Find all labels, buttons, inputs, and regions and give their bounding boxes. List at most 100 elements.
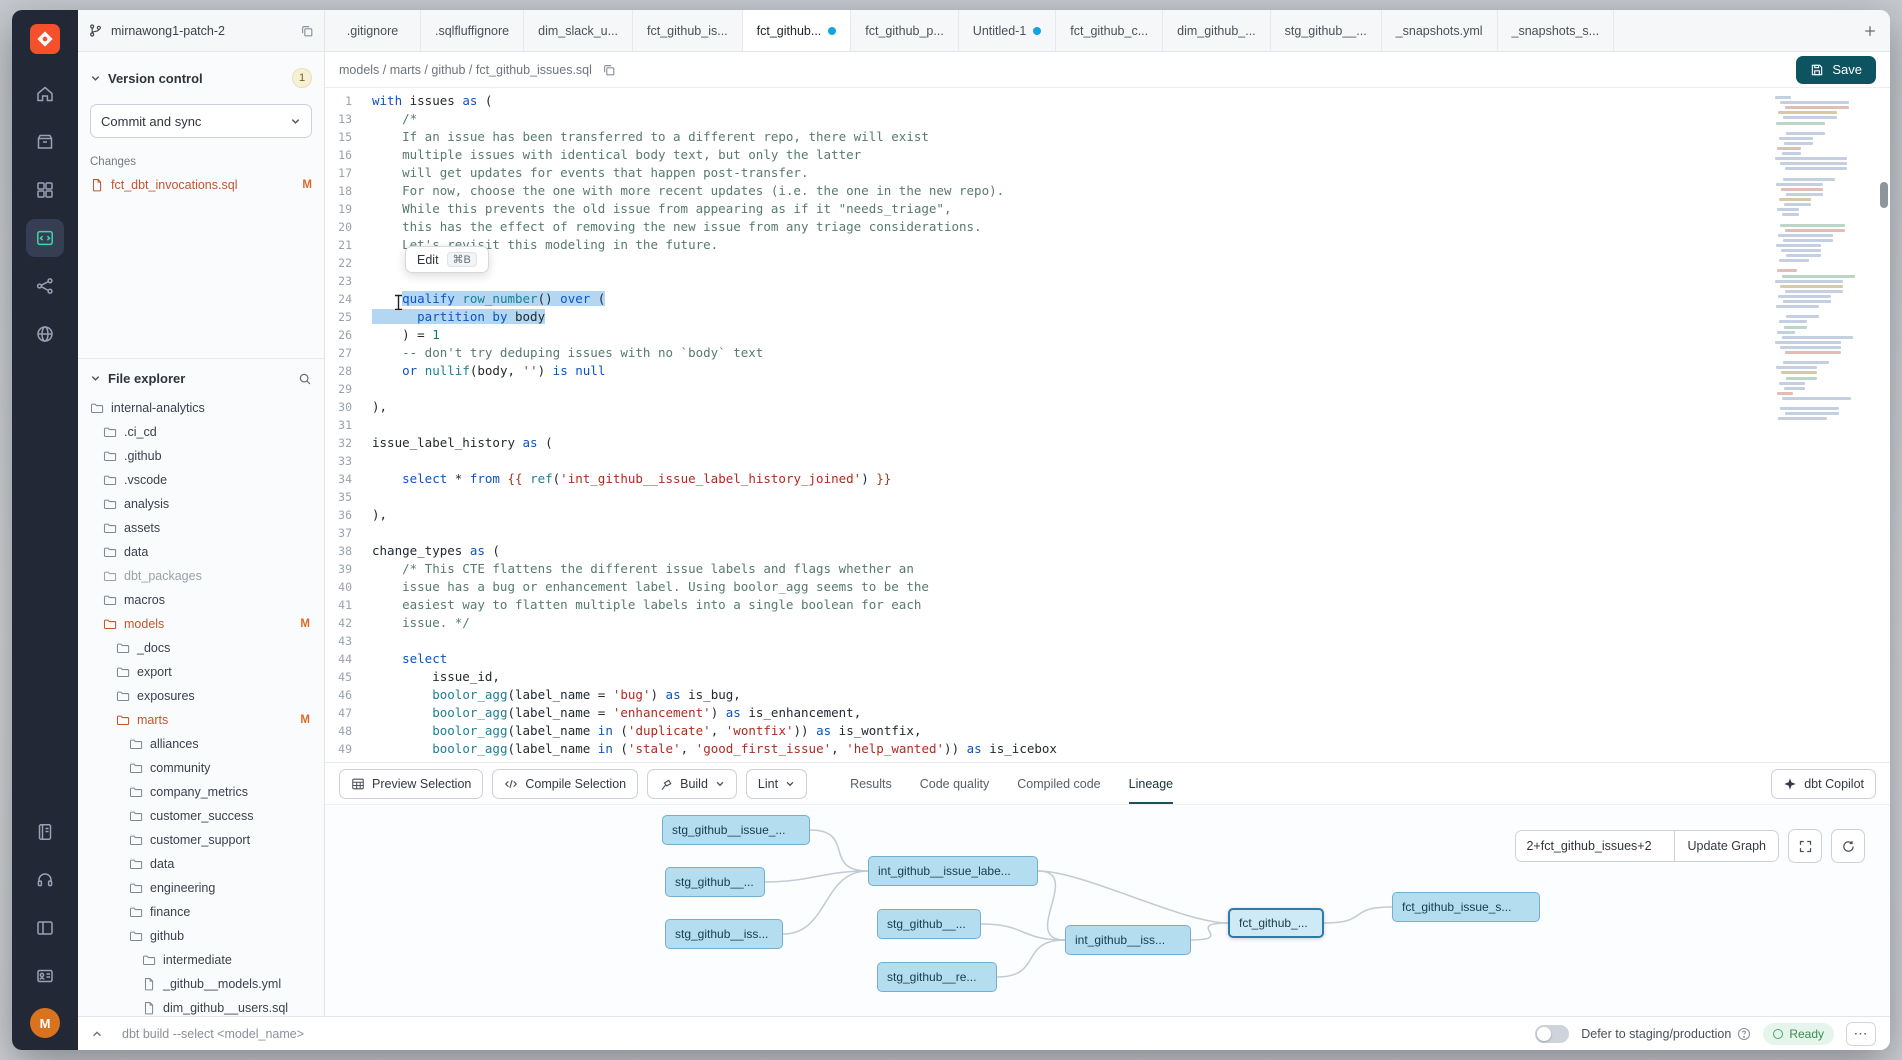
editor-tab[interactable]: dim_github_... xyxy=(1163,10,1271,51)
tree-item[interactable]: finance xyxy=(78,900,324,924)
changed-file-row[interactable]: fct_dbt_invocations.sql M xyxy=(90,178,312,192)
tree-item[interactable]: exposures xyxy=(78,684,324,708)
code-line[interactable]: 37 xyxy=(325,524,1760,542)
editor-tab[interactable]: fct_github_p... xyxy=(851,10,959,51)
tree-item[interactable]: dim_github__users.sql xyxy=(78,996,324,1016)
editor-tab[interactable]: fct_github_c... xyxy=(1056,10,1163,51)
lineage-node[interactable]: stg_github__issue_... xyxy=(662,815,810,845)
tree-item[interactable]: community xyxy=(78,756,324,780)
tree-item[interactable]: .ci_cd xyxy=(78,420,324,444)
orchestration-icon[interactable] xyxy=(26,267,64,305)
editor-scrollbar-thumb[interactable] xyxy=(1880,182,1888,208)
code-line[interactable]: 16 multiple issues with identical body t… xyxy=(325,146,1760,164)
chevron-down-icon[interactable] xyxy=(90,73,101,84)
dbt-logo[interactable] xyxy=(30,24,60,54)
tree-item[interactable]: analysis xyxy=(78,492,324,516)
code-line[interactable]: 32issue_label_history as ( xyxy=(325,434,1760,452)
code-line[interactable]: 46 boolor_agg(label_name = 'bug') as is_… xyxy=(325,686,1760,704)
expand-command-bar-button[interactable] xyxy=(84,1022,110,1046)
editor-tab[interactable]: Untitled-1 xyxy=(959,10,1057,51)
code-line[interactable]: 33 xyxy=(325,452,1760,470)
command-input[interactable]: dbt build --select <model_name> xyxy=(122,1027,304,1041)
code-editor[interactable]: 1with issues as (13 /*15 If an issue has… xyxy=(325,88,1890,762)
code-line[interactable]: 47 boolor_agg(label_name = 'enhancement'… xyxy=(325,704,1760,722)
lineage-selector-input[interactable] xyxy=(1516,831,1674,861)
help-icon[interactable] xyxy=(1737,1027,1751,1041)
more-options-button[interactable]: ⋯ xyxy=(1846,1022,1876,1046)
compile-selection-button[interactable]: Compile Selection xyxy=(492,769,638,799)
code-line[interactable]: 39 /* This CTE flattens the different is… xyxy=(325,560,1760,578)
tree-item[interactable]: alliances xyxy=(78,732,324,756)
update-graph-button[interactable]: Update Graph xyxy=(1674,831,1778,861)
code-line[interactable]: 43 xyxy=(325,632,1760,650)
save-button[interactable]: Save xyxy=(1796,56,1876,84)
editor-tab[interactable]: _snapshots.yml xyxy=(1382,10,1498,51)
tree-item[interactable]: data xyxy=(78,852,324,876)
account-card-icon[interactable] xyxy=(26,957,64,995)
notebook-icon[interactable] xyxy=(26,813,64,851)
ide-status-badge[interactable]: Ready xyxy=(1763,1023,1834,1045)
lineage-node[interactable]: stg_github__... xyxy=(665,867,765,897)
lineage-node[interactable]: stg_github__iss... xyxy=(665,919,783,949)
copy-branch-icon[interactable] xyxy=(300,24,314,38)
code-line[interactable]: 26 ) = 1 xyxy=(325,326,1760,344)
build-button[interactable]: Build xyxy=(647,769,737,799)
search-icon[interactable] xyxy=(298,372,312,386)
minimap[interactable] xyxy=(1772,96,1872,754)
tree-item[interactable]: martsM xyxy=(78,708,324,732)
tree-item[interactable]: company_metrics xyxy=(78,780,324,804)
tree-item[interactable]: internal-analytics xyxy=(78,396,324,420)
develop-ide-icon[interactable] xyxy=(26,219,64,257)
editor-tab[interactable]: dim_slack_u... xyxy=(524,10,633,51)
code-line[interactable]: 49 boolor_agg(label_name in ('stale', 'g… xyxy=(325,740,1760,758)
deploy-icon[interactable] xyxy=(26,123,64,161)
tree-item[interactable]: .vscode xyxy=(78,468,324,492)
tree-item[interactable]: data xyxy=(78,540,324,564)
toolbar-tab-code-quality[interactable]: Code quality xyxy=(920,763,990,804)
tree-item[interactable]: _docs xyxy=(78,636,324,660)
toolbar-tab-compiled-code[interactable]: Compiled code xyxy=(1017,763,1100,804)
panel-layout-icon[interactable] xyxy=(26,909,64,947)
tree-item[interactable]: engineering xyxy=(78,876,324,900)
code-line[interactable]: 17 will get updates for events that happ… xyxy=(325,164,1760,182)
code-line[interactable]: 20 this has the effect of removing the n… xyxy=(325,218,1760,236)
code-line[interactable]: 22 xyxy=(325,254,1760,272)
code-line[interactable]: 40 issue has a bug or enhancement label.… xyxy=(325,578,1760,596)
lineage-node[interactable]: stg_github__... xyxy=(877,909,981,939)
code-line[interactable]: 21 Let's revisit this modeling in the fu… xyxy=(325,236,1760,254)
tree-item[interactable]: github xyxy=(78,924,324,948)
refresh-graph-button[interactable] xyxy=(1831,829,1865,863)
tree-item[interactable]: macros xyxy=(78,588,324,612)
code-line[interactable]: 45 issue_id, xyxy=(325,668,1760,686)
edit-tooltip[interactable]: Edit ⌘B xyxy=(405,246,489,273)
defer-toggle[interactable] xyxy=(1535,1025,1569,1043)
code-line[interactable]: 1with issues as ( xyxy=(325,92,1760,110)
dashboard-icon[interactable] xyxy=(26,171,64,209)
code-line[interactable]: 30), xyxy=(325,398,1760,416)
user-avatar[interactable]: M xyxy=(30,1008,60,1038)
lineage-node[interactable]: stg_github__re... xyxy=(877,962,997,992)
code-line[interactable]: 23 xyxy=(325,272,1760,290)
code-line[interactable]: 13 /* xyxy=(325,110,1760,128)
lineage-node[interactable]: fct_github_... xyxy=(1228,908,1324,938)
editor-tab[interactable]: fct_github_is... xyxy=(633,10,743,51)
code-line[interactable]: 41 easiest way to flatten multiple label… xyxy=(325,596,1760,614)
lineage-node[interactable]: fct_github_issue_s... xyxy=(1392,892,1540,922)
tree-item[interactable]: dbt_packages xyxy=(78,564,324,588)
code-line[interactable]: 15 If an issue has been transferred to a… xyxy=(325,128,1760,146)
preview-selection-button[interactable]: Preview Selection xyxy=(339,769,483,799)
code-line[interactable]: 28 or nullif(body, '') is null xyxy=(325,362,1760,380)
fullscreen-button[interactable] xyxy=(1788,829,1822,863)
home-icon[interactable] xyxy=(26,75,64,113)
editor-tab[interactable]: .sqlfluffignore xyxy=(421,10,524,51)
tree-item[interactable]: export xyxy=(78,660,324,684)
code-line[interactable]: 48 boolor_agg(label_name in ('duplicate'… xyxy=(325,722,1760,740)
code-line[interactable]: 18 For now, choose the one with more rec… xyxy=(325,182,1760,200)
tree-item[interactable]: customer_success xyxy=(78,804,324,828)
commit-and-sync-dropdown[interactable]: Commit and sync xyxy=(90,104,312,138)
code-line[interactable]: 36), xyxy=(325,506,1760,524)
code-line[interactable]: 35 xyxy=(325,488,1760,506)
code-line[interactable]: 38change_types as ( xyxy=(325,542,1760,560)
editor-tab[interactable]: _snapshots_s... xyxy=(1498,10,1615,51)
editor-tab[interactable]: fct_github... xyxy=(743,10,852,51)
